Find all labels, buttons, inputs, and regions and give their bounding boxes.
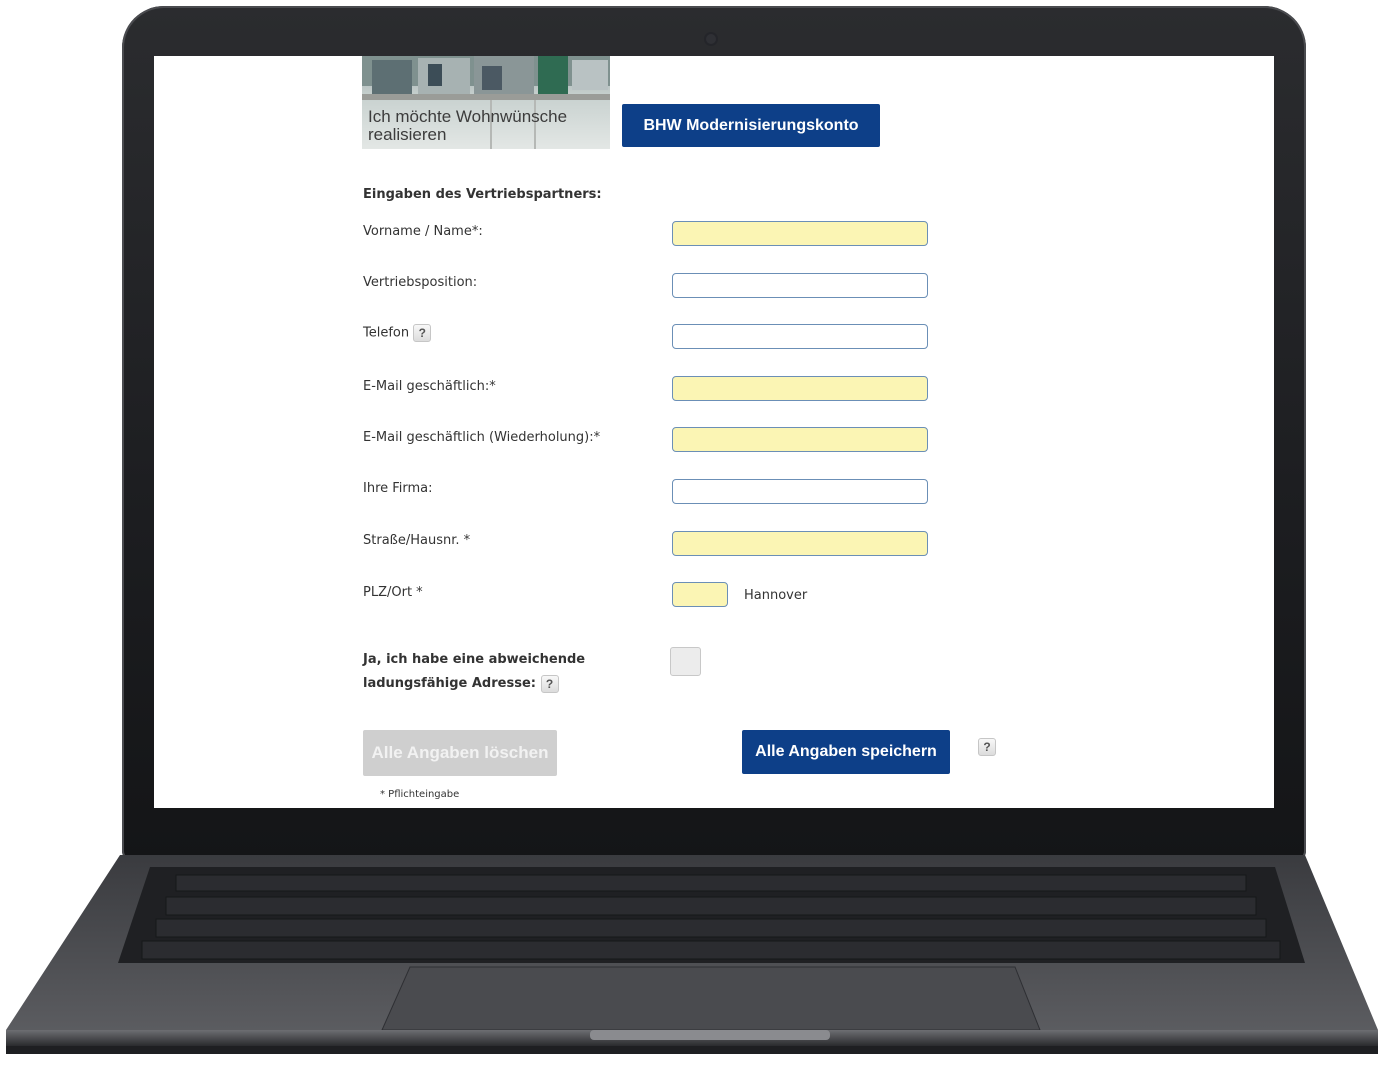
save-all-button[interactable]: Alle Angaben speichern [742,730,950,774]
phone-help-icon[interactable]: ? [413,324,432,342]
alt-address-label-line1: Ja, ich habe eine abweichende [363,652,586,667]
position-input[interactable] [672,273,928,298]
laptop-base [0,855,1385,1091]
phone-input[interactable] [672,324,928,349]
keyboard-deck-icon [6,855,1378,1054]
street-label: Straße/Hausnr. * [363,533,471,548]
company-label: Ihre Firma: [363,481,433,496]
alt-address-help-icon[interactable]: ? [540,674,559,693]
laptop-screen: Ich möchte Wohnwünsche realisieren BHW M… [154,56,1274,808]
email-repeat-label: E-Mail geschäftlich (Wiederholung):* [363,430,601,445]
required-footnote: * Pflichteingabe [380,789,460,800]
phone-label-group: Telefon ? [363,324,432,342]
clear-all-button[interactable]: Alle Angaben löschen [363,730,557,776]
name-input[interactable] [672,221,928,246]
email-label: E-Mail geschäftlich:* [363,379,496,394]
company-input[interactable] [672,479,928,504]
city-text: Hannover [744,588,808,603]
section-title: Eingaben des Vertriebspartners: [363,187,602,202]
alt-address-label: Ja, ich habe eine abweichende ladungsfäh… [363,648,623,696]
hero-image[interactable]: Ich möchte Wohnwünsche realisieren [362,56,610,149]
zip-label: PLZ/Ort * [363,585,423,600]
save-help-icon[interactable]: ? [978,738,996,756]
phone-label: Telefon [363,325,410,341]
name-label: Vorname / Name*: [363,224,483,239]
position-label: Vertriebsposition: [363,275,478,290]
alt-address-label-line2: ladungsfähige Adresse: [363,676,536,691]
webcam-icon [706,34,716,44]
email-repeat-input[interactable] [672,427,928,452]
product-button[interactable]: BHW Modernisierungskonto [622,104,880,147]
zip-input[interactable] [672,582,728,607]
alt-address-label-line2-group: ladungsfähige Adresse: ? [363,672,623,696]
street-input[interactable] [672,531,928,556]
alt-address-checkbox[interactable] [670,647,701,676]
hero-caption: Ich möchte Wohnwünsche realisieren [368,107,568,144]
email-input[interactable] [672,376,928,401]
